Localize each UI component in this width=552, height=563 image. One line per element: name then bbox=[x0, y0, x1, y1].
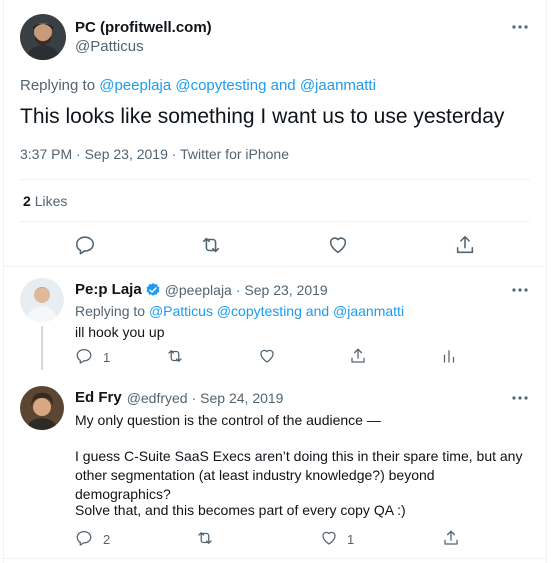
reply-header: Ed Fry @edfryed · Sep 24, 2019 bbox=[75, 389, 283, 406]
share-icon[interactable] bbox=[454, 234, 476, 256]
author-name[interactable]: PC (profitwell.com) bbox=[75, 19, 212, 36]
author-handle[interactable]: @Patticus bbox=[75, 38, 144, 55]
mention-jaanmatti[interactable]: @jaanmatti bbox=[300, 77, 376, 94]
retweet-icon[interactable] bbox=[196, 529, 214, 547]
reply-count: 2 bbox=[103, 532, 111, 547]
likes-count: 2 bbox=[23, 193, 31, 209]
reply-header: Pe:p Laja @peeplaja · Sep 23, 2019 bbox=[75, 281, 328, 298]
avatar-edfry[interactable] bbox=[20, 386, 64, 430]
reply-count: 1 bbox=[103, 350, 111, 365]
replying-label: Replying to bbox=[75, 303, 146, 319]
author-handle[interactable]: @edfryed bbox=[127, 390, 188, 406]
mention-and-others[interactable]: and bbox=[271, 77, 296, 94]
tweet-meta[interactable]: 3:37 PM · Sep 23, 2019 · Twitter for iPh… bbox=[20, 146, 289, 162]
mention-jaanmatti[interactable]: @jaanmatti bbox=[333, 303, 404, 319]
reply-icon[interactable] bbox=[74, 234, 96, 256]
replying-to: Replying to @Patticus @copytesting and @… bbox=[75, 303, 404, 319]
share-icon[interactable] bbox=[442, 529, 460, 547]
more-options-icon[interactable] bbox=[510, 280, 530, 300]
tweet-thread: PC (profitwell.com) @Patticus Replying t… bbox=[3, 0, 547, 563]
like-icon[interactable] bbox=[327, 234, 349, 256]
likes-label: Likes bbox=[34, 193, 68, 209]
reply-date[interactable]: · Sep 23, 2019 bbox=[236, 282, 328, 298]
reply-text-p2: I guess C-Suite SaaS Execs aren’t doing … bbox=[75, 448, 523, 502]
replying-label: Replying to bbox=[20, 77, 96, 94]
verified-badge-icon bbox=[145, 282, 161, 298]
replying-to: Replying to @peeplaja @copytesting and @… bbox=[20, 77, 376, 94]
thread-line bbox=[41, 326, 43, 370]
author-name[interactable]: Pe:p Laja bbox=[75, 281, 142, 298]
retweet-icon[interactable] bbox=[166, 347, 184, 365]
avatar-peep[interactable] bbox=[20, 278, 64, 322]
divider bbox=[20, 221, 530, 222]
reply-icon[interactable] bbox=[75, 529, 93, 547]
like-icon[interactable] bbox=[258, 347, 276, 365]
divider bbox=[4, 266, 546, 267]
reply-text: ill hook you up bbox=[75, 324, 165, 340]
retweet-icon[interactable] bbox=[200, 234, 222, 256]
like-icon[interactable] bbox=[320, 529, 338, 547]
like-count: 1 bbox=[347, 532, 355, 547]
reply-text-p1: My only question is the control of the a… bbox=[75, 412, 381, 428]
mention-and-others[interactable]: and bbox=[306, 303, 329, 319]
mention-copytesting[interactable]: @copytesting bbox=[217, 303, 302, 319]
analytics-icon[interactable] bbox=[440, 347, 458, 365]
more-options-icon[interactable] bbox=[510, 17, 530, 37]
avatar-pc[interactable] bbox=[20, 14, 66, 60]
divider bbox=[20, 179, 530, 180]
reply-text-p3: Solve that, and this becomes part of eve… bbox=[75, 502, 406, 518]
author-handle[interactable]: @peeplaja bbox=[165, 282, 232, 298]
divider bbox=[4, 558, 546, 559]
mention-patticus[interactable]: @Patticus bbox=[149, 303, 213, 319]
mention-peeplaja[interactable]: @peeplaja bbox=[99, 77, 171, 94]
reply-date[interactable]: · Sep 24, 2019 bbox=[192, 390, 284, 406]
author-name[interactable]: Ed Fry bbox=[75, 389, 122, 406]
more-options-icon[interactable] bbox=[510, 388, 530, 408]
mention-copytesting[interactable]: @copytesting bbox=[175, 77, 266, 94]
reply-icon[interactable] bbox=[75, 347, 93, 365]
share-icon[interactable] bbox=[349, 347, 367, 365]
tweet-text: This looks like something I want us to u… bbox=[20, 105, 505, 128]
likes-stat[interactable]: 2 Likes bbox=[23, 193, 67, 209]
